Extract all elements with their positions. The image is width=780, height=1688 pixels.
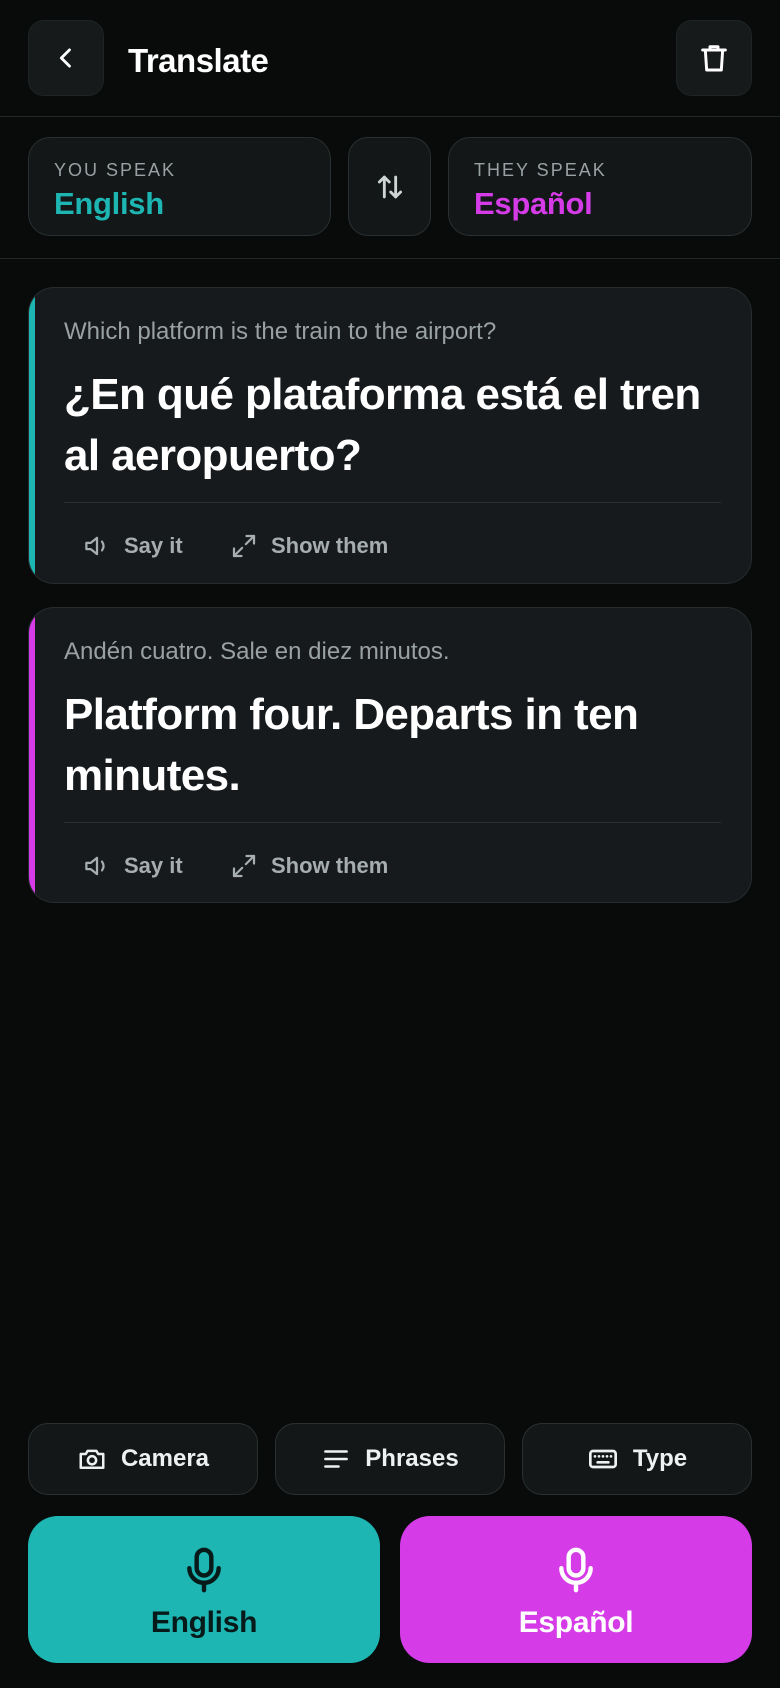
chevron-left-icon (59, 48, 71, 68)
type-label: Type (632, 1445, 688, 1472)
expand-icon (232, 854, 256, 878)
text-lines-icon (324, 1450, 349, 1468)
phrases-button[interactable]: Phrases (275, 1423, 505, 1495)
camera-label: Camera (120, 1445, 210, 1472)
clear-conversation-button[interactable] (676, 20, 752, 96)
they-speak-language: Español (474, 186, 593, 221)
say-it-button[interactable]: Say it (82, 848, 183, 884)
expand-icon (232, 534, 256, 558)
say-it-label: Say it (124, 853, 183, 878)
trash-icon (701, 45, 727, 72)
you-speak-selector[interactable]: YOU SPEAK English (28, 137, 331, 236)
they-speak-selector[interactable]: THEY SPEAK Español (448, 137, 752, 236)
mic-english-button[interactable]: English (28, 1516, 380, 1663)
source-text: Andén cuatro. Sale en diez minutos. (64, 638, 450, 665)
type-button[interactable]: Type (522, 1423, 752, 1495)
mic-espanol-label: Español (518, 1606, 634, 1639)
microphone-icon (559, 1547, 593, 1593)
you-speak-caption: YOU SPEAK (54, 160, 177, 180)
say-it-label: Say it (124, 533, 183, 558)
conversation-card: Which platform is the train to the airpo… (28, 287, 752, 584)
speaker-icon (85, 856, 105, 876)
page-title: Translate (128, 42, 269, 79)
phrases-label: Phrases (365, 1445, 459, 1472)
card-divider (64, 502, 721, 503)
they-speak-caption: THEY SPEAK (474, 160, 607, 180)
back-button[interactable] (28, 20, 104, 96)
card-divider (64, 822, 721, 823)
translated-text: Platform four. Departs in ten minutes. (64, 690, 639, 800)
swap-vertical-icon (377, 175, 402, 198)
translated-text: ¿En qué plataforma está el tren al aerop… (64, 370, 701, 480)
mic-espanol-button[interactable]: Español (400, 1516, 752, 1663)
keyboard-icon (588, 1449, 617, 1469)
camera-button[interactable]: Camera (28, 1423, 258, 1495)
microphone-icon (187, 1547, 221, 1593)
conversation-card: Andén cuatro. Sale en diez minutos. Plat… (28, 607, 752, 903)
camera-icon (79, 1449, 105, 1469)
say-it-button[interactable]: Say it (82, 528, 183, 564)
translate-screen: Translate YOU SPEAK English THEY SPEAK E (0, 0, 780, 1688)
show-them-button[interactable]: Show them (229, 848, 388, 884)
header: Translate (0, 0, 780, 117)
language-bar: YOU SPEAK English THEY SPEAK Español (0, 117, 780, 259)
show-them-button[interactable]: Show them (229, 528, 388, 564)
source-text: Which platform is the train to the airpo… (64, 318, 497, 345)
you-speak-language: English (54, 186, 164, 221)
show-them-label: Show them (271, 533, 389, 558)
show-them-label: Show them (271, 853, 389, 878)
speaker-icon (85, 536, 105, 556)
swap-languages-button[interactable] (348, 137, 431, 236)
mic-english-label: English (150, 1606, 258, 1639)
